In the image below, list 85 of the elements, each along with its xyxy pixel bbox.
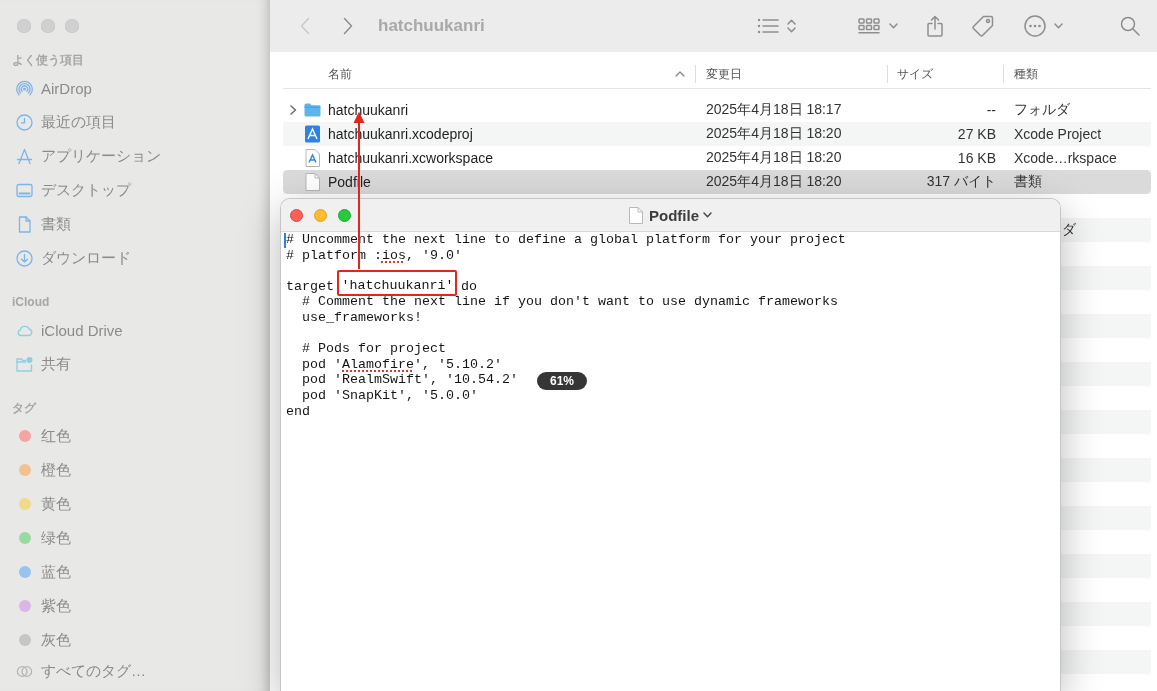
workspace-file-icon bbox=[304, 149, 321, 167]
sidebar-section-title: タグ bbox=[11, 400, 38, 417]
modified-date: 2025年4月18日 18:17 bbox=[706, 101, 842, 119]
sidebar-item[interactable]: ダウンロード bbox=[10, 241, 260, 275]
code-text: do bbox=[459, 278, 477, 295]
zoom-indicator: 61% bbox=[537, 372, 587, 390]
file-type: Xcode…rkspace bbox=[1014, 150, 1117, 166]
sidebar-item[interactable]: 蓝色 bbox=[10, 555, 260, 589]
folder-person-icon bbox=[16, 355, 33, 373]
sort-caret-icon bbox=[675, 71, 685, 77]
sidebar-item[interactable]: 最近の項目 bbox=[10, 105, 260, 139]
zoom-button[interactable] bbox=[338, 208, 351, 222]
sidebar-item[interactable]: AirDrop bbox=[10, 71, 260, 105]
sidebar-section-title: iCloud bbox=[11, 294, 51, 311]
highlighted-code: 'hatchuukanri' bbox=[336, 269, 458, 296]
file-size: 16 KB bbox=[957, 150, 996, 166]
column-header[interactable]: 名前 bbox=[283, 60, 695, 88]
code-text: target bbox=[286, 278, 335, 295]
sidebar-section-title: よく使う項目 bbox=[11, 52, 85, 69]
sidebar-item[interactable]: すべてのタグ… bbox=[10, 662, 260, 680]
document-icon bbox=[629, 206, 643, 224]
tag-icon bbox=[972, 15, 994, 37]
forward-button[interactable] bbox=[343, 17, 353, 35]
sidebar-item[interactable]: iCloud Drive bbox=[10, 313, 260, 347]
share-button[interactable] bbox=[926, 15, 944, 37]
code-line: pod 'RealmSwift', '10.54.2' bbox=[301, 372, 518, 388]
modified-date: 2025年4月18日 18:20 bbox=[706, 125, 842, 143]
minimize-button[interactable] bbox=[314, 208, 327, 222]
file-name: hatchuukanri bbox=[328, 102, 409, 118]
document-icon bbox=[16, 215, 33, 233]
sidebar-item[interactable]: デスクトップ bbox=[10, 173, 260, 207]
document-icon bbox=[304, 173, 321, 191]
view-options-button[interactable] bbox=[757, 18, 796, 34]
sidebar-item[interactable]: 黄色 bbox=[10, 487, 260, 521]
chevron-down-icon[interactable] bbox=[703, 212, 712, 218]
share-icon bbox=[926, 15, 944, 37]
radar-waves-icon bbox=[16, 79, 33, 97]
up-down-chevron-icon bbox=[787, 18, 796, 34]
download-icon bbox=[16, 249, 33, 267]
file-size: 317 バイト bbox=[926, 173, 996, 191]
search-icon bbox=[1120, 16, 1140, 36]
sidebar-item[interactable]: 橙色 bbox=[10, 453, 260, 487]
modified-date: 2025年4月18日 18:20 bbox=[706, 173, 842, 191]
chevron-left-icon bbox=[300, 17, 310, 35]
sidebar-item[interactable]: 灰色 bbox=[10, 623, 260, 657]
group-button[interactable] bbox=[858, 18, 898, 34]
clock-icon bbox=[16, 113, 33, 131]
modified-date: 2025年4月18日 18:20 bbox=[706, 149, 842, 167]
more-button[interactable] bbox=[1024, 15, 1063, 37]
sidebar-item[interactable]: アプリケーション bbox=[10, 139, 260, 173]
disclosure-chevron-icon[interactable] bbox=[289, 105, 297, 115]
code-line: # Pods for project bbox=[301, 341, 446, 357]
code-line: # Comment the next line if you don't want to use dynamic frameworks bbox=[301, 294, 838, 310]
code-line: pod 'Alamofire', '5.10.2' bbox=[301, 356, 502, 373]
code-line: pod 'SnapKit', '5.0.0' bbox=[301, 387, 478, 404]
file-size: -- bbox=[986, 102, 996, 118]
search-button[interactable] bbox=[1120, 16, 1140, 36]
sidebar-item[interactable]: 共有 bbox=[10, 347, 260, 381]
blueprint-icon bbox=[304, 125, 321, 143]
tag-button[interactable] bbox=[972, 15, 994, 37]
chevron-right-icon bbox=[343, 17, 353, 35]
file-type: ダ bbox=[1062, 221, 1076, 239]
close-button[interactable] bbox=[290, 208, 303, 222]
sidebar-item[interactable]: 紫色 bbox=[10, 589, 260, 623]
list-icon bbox=[757, 18, 779, 34]
code-line: use_frameworks! bbox=[301, 309, 422, 326]
letter-a-icon bbox=[16, 147, 33, 165]
chevron-down-icon bbox=[889, 23, 898, 29]
file-type: フォルダ bbox=[1014, 101, 1070, 119]
folder-icon bbox=[304, 103, 321, 117]
file-type: Xcode Project bbox=[1014, 126, 1102, 142]
file-size: 27 KB bbox=[957, 126, 996, 142]
chevron-down-icon bbox=[1054, 23, 1063, 29]
monitor-icon bbox=[16, 181, 33, 199]
sidebar-item[interactable]: 書類 bbox=[10, 207, 260, 241]
grid-icon bbox=[858, 18, 880, 34]
window-title: hatchuukanri bbox=[378, 16, 485, 36]
sidebar-item[interactable]: 红色 bbox=[10, 419, 260, 453]
text-cursor bbox=[284, 233, 286, 248]
ellipsis-circle-icon bbox=[1024, 15, 1046, 37]
code-line: end bbox=[286, 403, 310, 420]
file-row[interactable]: hatchuukanri 2025年4月18日 18:17 -- フォルダ bbox=[283, 98, 1151, 122]
sidebar-item[interactable]: 绿色 bbox=[10, 521, 260, 555]
file-type: 書類 bbox=[1014, 173, 1042, 191]
document-title[interactable]: Podfile bbox=[649, 206, 699, 224]
